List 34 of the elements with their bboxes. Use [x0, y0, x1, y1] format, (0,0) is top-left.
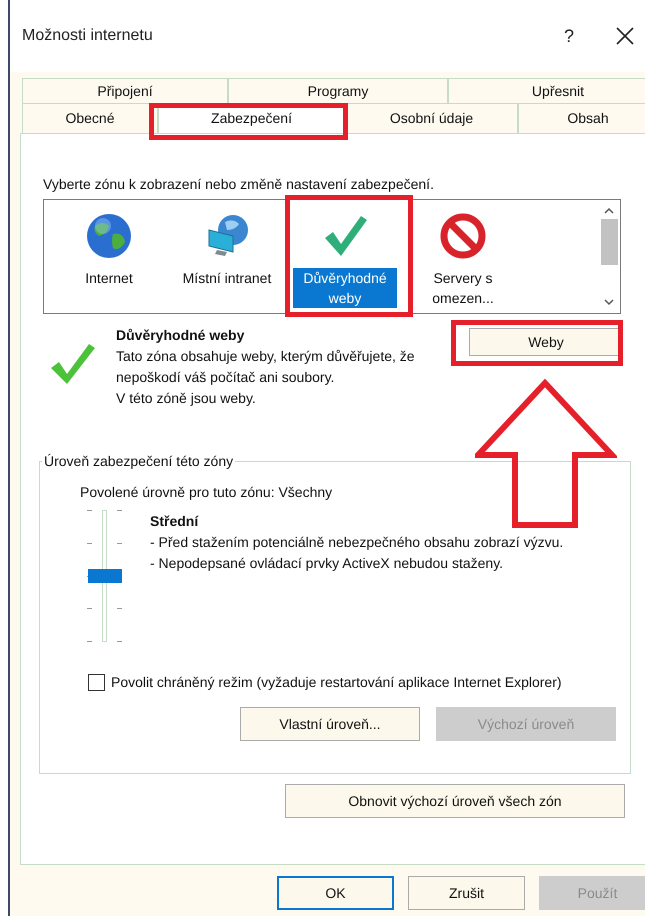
zone-label[interactable]: Internet: [54, 268, 164, 288]
dialog-button[interactable]: Zrušit: [408, 876, 525, 910]
level-detail: - Nepodepsané ovládací prvky ActiveX nebudou staženy.: [150, 554, 504, 573]
no-entry-icon[interactable]: [439, 212, 487, 260]
tab[interactable]: Obecné: [22, 103, 158, 133]
allowed-levels-text: Povolené úrovně pro tuto zónu: Všechny: [80, 483, 334, 502]
zone-prompt: Vyberte zónu k zobrazení nebo změně nastavení zabezpečení.: [43, 175, 435, 193]
reset-zones-button[interactable]: Obnovit výchozí úroveň všech zón: [285, 784, 625, 818]
tab[interactable]: Osobní údaje: [345, 103, 518, 133]
slider-thumb[interactable]: [88, 569, 122, 583]
help-button[interactable]: ?: [564, 26, 574, 46]
tab[interactable]: Obsah: [518, 103, 645, 133]
level-button[interactable]: Vlastní úroveň...: [240, 707, 420, 741]
globe-icon[interactable]: [85, 212, 133, 260]
dialog-button[interactable]: OK: [277, 876, 394, 910]
checkbox[interactable]: [88, 674, 105, 691]
window-title: Možnosti internetu: [22, 27, 154, 45]
tab[interactable]: Upřesnit: [448, 78, 645, 103]
scrollbar-thumb[interactable]: [600, 218, 618, 264]
group-legend: Úroveň zabezpečení této zóny: [42, 452, 236, 470]
zone-status: V této zóně jsou weby.: [116, 389, 257, 408]
checkbox-label: Povolit chráněný režim (vyžaduje restartování aplikace Internet Explorer): [111, 673, 563, 692]
zone-description: Tato zóna obsahuje weby, kterým důvěřujete, že nepoškodí váš počítač ani soubory.: [116, 347, 416, 387]
scroll-down-icon[interactable]: [604, 298, 614, 306]
zone-label[interactable]: Místní intranet: [172, 268, 282, 288]
tab[interactable]: Programy: [228, 78, 448, 103]
scroll-up-icon[interactable]: [604, 207, 614, 215]
tab[interactable]: Připojení: [22, 78, 228, 103]
zone-title: Důvěryhodné weby: [116, 326, 246, 345]
close-icon[interactable]: [616, 27, 634, 45]
zone-label[interactable]: Servery s omezen...: [408, 268, 518, 308]
level-detail: - Před stažením potenciálně nebezpečného obsahu zobrazí výzvu.: [150, 533, 564, 552]
level-name: Střední: [150, 512, 200, 531]
zone-label[interactable]: Důvěryhodné weby: [293, 268, 397, 308]
